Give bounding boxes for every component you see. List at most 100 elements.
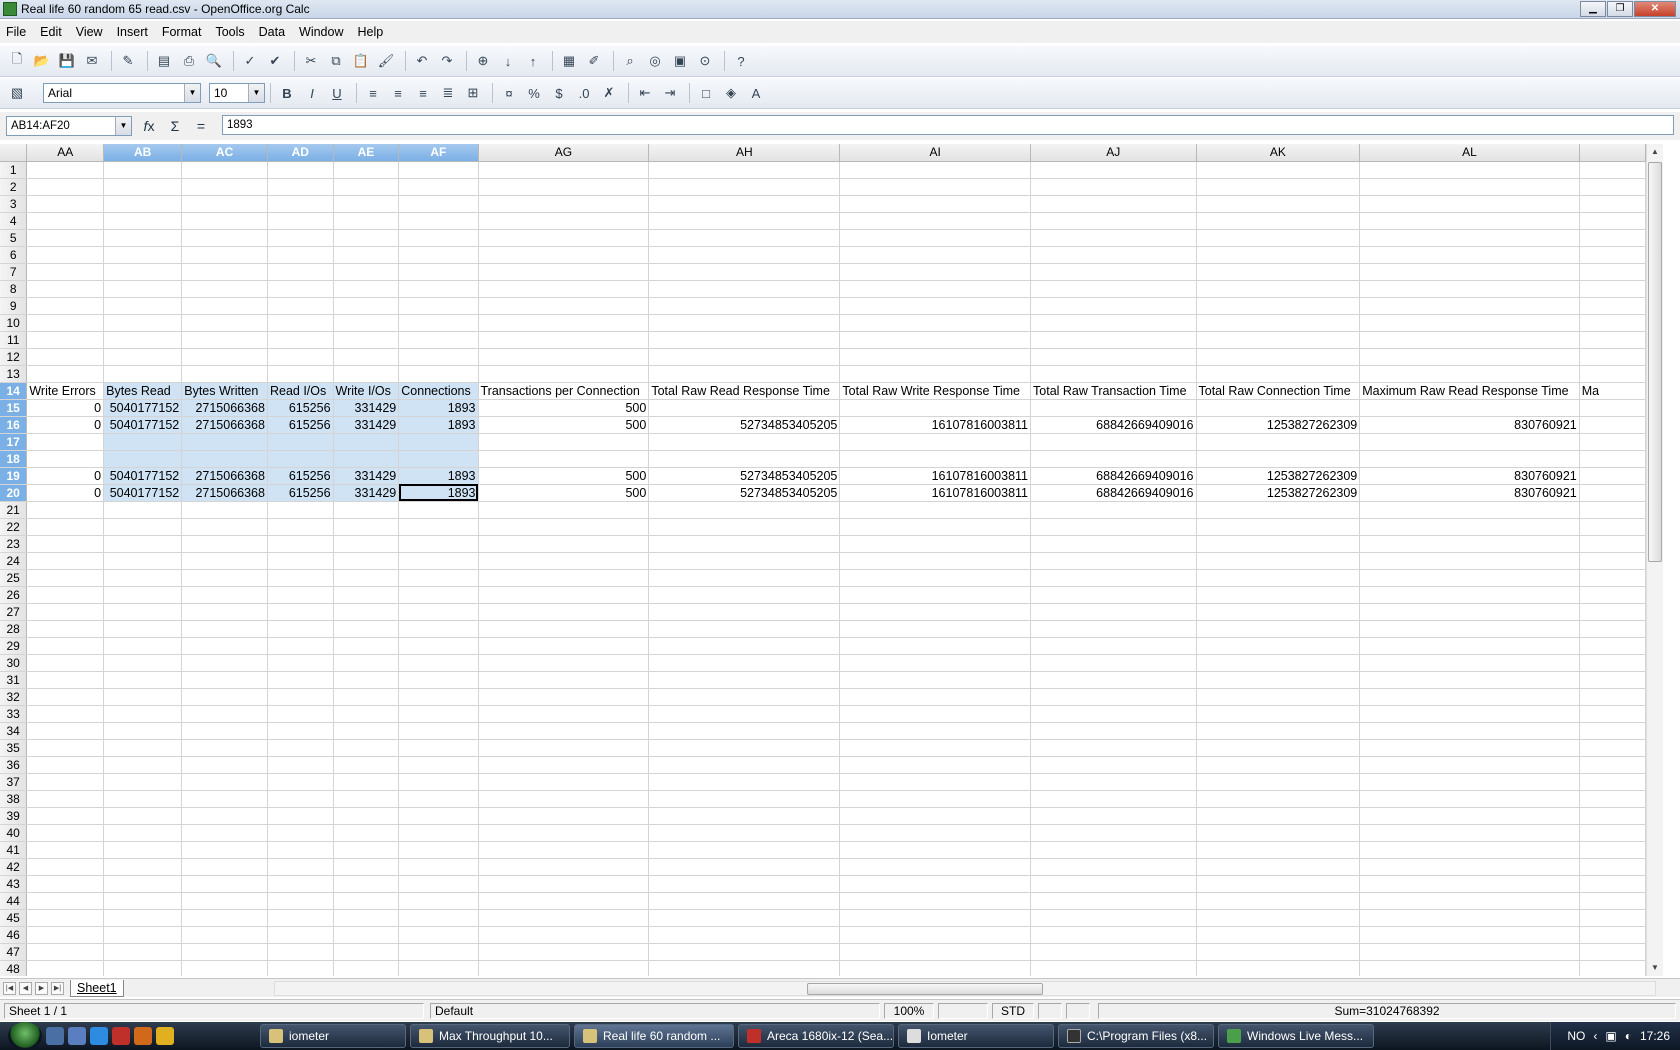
column-header[interactable]: AH: [648, 144, 841, 162]
cell[interactable]: [839, 263, 1032, 281]
cell[interactable]: [181, 637, 268, 655]
cell[interactable]: [398, 314, 479, 332]
cell[interactable]: 1893: [398, 399, 479, 417]
cell[interactable]: [26, 773, 105, 791]
cell[interactable]: [1359, 807, 1580, 825]
delete-decimal-icon[interactable]: ✗: [598, 82, 620, 104]
cell[interactable]: [103, 943, 183, 961]
cell[interactable]: [398, 365, 479, 383]
zoom-level[interactable]: 100%: [884, 1003, 934, 1019]
cell[interactable]: [1196, 926, 1361, 944]
cell[interactable]: [103, 603, 183, 621]
cell[interactable]: [267, 858, 334, 876]
cell[interactable]: [1579, 722, 1646, 740]
cell[interactable]: [1030, 161, 1197, 179]
cell[interactable]: [333, 841, 400, 859]
align-center-icon[interactable]: ≡: [387, 82, 409, 104]
cell[interactable]: [1579, 960, 1646, 976]
cell[interactable]: [181, 195, 268, 213]
cell[interactable]: [398, 841, 479, 859]
cell[interactable]: [267, 552, 334, 570]
cell[interactable]: Write I/Os: [333, 382, 400, 400]
copy-icon[interactable]: ⧉: [325, 50, 347, 72]
currency-icon[interactable]: ¤: [498, 82, 520, 104]
cell[interactable]: [103, 518, 183, 536]
cell[interactable]: [1196, 314, 1361, 332]
cell[interactable]: [26, 739, 105, 757]
paste-icon[interactable]: 📋: [350, 50, 372, 72]
row-header[interactable]: 11: [0, 331, 28, 349]
cell[interactable]: [478, 739, 650, 757]
cell[interactable]: [26, 671, 105, 689]
cell[interactable]: [1359, 875, 1580, 893]
cell[interactable]: [1359, 671, 1580, 689]
formula-input[interactable]: 1893: [222, 115, 1674, 135]
cell[interactable]: 5040177152: [103, 484, 183, 502]
cell[interactable]: [478, 875, 650, 893]
cell[interactable]: [398, 603, 479, 621]
cell[interactable]: [103, 280, 183, 298]
scroll-down-icon[interactable]: ▼: [1647, 960, 1663, 976]
cell[interactable]: [267, 365, 334, 383]
cell[interactable]: [478, 586, 650, 604]
cell[interactable]: [648, 280, 841, 298]
cell[interactable]: [1196, 960, 1361, 976]
close-button[interactable]: ✕: [1634, 1, 1676, 17]
cell[interactable]: [26, 212, 105, 230]
cell[interactable]: [1196, 212, 1361, 230]
cell[interactable]: [333, 586, 400, 604]
cell[interactable]: [103, 824, 183, 842]
cell[interactable]: [26, 518, 105, 536]
cell[interactable]: [181, 280, 268, 298]
bold-icon[interactable]: B: [276, 82, 298, 104]
cell[interactable]: [181, 960, 268, 976]
open-icon[interactable]: 📂: [31, 50, 53, 72]
row-header[interactable]: 6: [0, 246, 28, 264]
cell[interactable]: [1579, 297, 1646, 315]
cell[interactable]: [648, 178, 841, 196]
chevron-down-icon[interactable]: ▼: [115, 117, 131, 135]
cell[interactable]: [333, 807, 400, 825]
cell[interactable]: [839, 739, 1032, 757]
cell[interactable]: [267, 620, 334, 638]
cell[interactable]: [478, 909, 650, 927]
next-sheet-icon[interactable]: ▶: [35, 981, 48, 995]
cell[interactable]: [1579, 178, 1646, 196]
cell[interactable]: [1579, 841, 1646, 859]
cell[interactable]: [1579, 263, 1646, 281]
cell[interactable]: [1196, 399, 1361, 417]
cell[interactable]: [1579, 875, 1646, 893]
cell[interactable]: [1196, 246, 1361, 264]
cell[interactable]: [181, 807, 268, 825]
cell[interactable]: [181, 297, 268, 315]
cell[interactable]: [398, 450, 479, 468]
cell[interactable]: [1196, 892, 1361, 910]
cell[interactable]: [103, 535, 183, 553]
cell[interactable]: 331429: [333, 399, 400, 417]
cell[interactable]: [333, 195, 400, 213]
cell[interactable]: [103, 314, 183, 332]
cell[interactable]: Total Raw Read Response Time: [648, 382, 841, 400]
chevron-down-icon[interactable]: ▼: [248, 84, 264, 102]
cell[interactable]: [1579, 399, 1646, 417]
cell[interactable]: [398, 535, 479, 553]
cell[interactable]: [103, 688, 183, 706]
cell[interactable]: [398, 586, 479, 604]
cell[interactable]: [103, 450, 183, 468]
cell[interactable]: [839, 773, 1032, 791]
cell[interactable]: [181, 705, 268, 723]
font-name-select[interactable]: Arial ▼: [43, 83, 201, 103]
cell[interactable]: [1359, 229, 1580, 247]
cell[interactable]: [839, 433, 1032, 451]
cell[interactable]: [839, 841, 1032, 859]
first-sheet-icon[interactable]: |◀: [3, 981, 16, 995]
cell[interactable]: [1579, 416, 1646, 434]
column-header[interactable]: AK: [1196, 144, 1361, 162]
menu-data[interactable]: Data: [253, 25, 293, 39]
cell[interactable]: [398, 637, 479, 655]
column-header[interactable]: AJ: [1030, 144, 1197, 162]
cell[interactable]: [1196, 688, 1361, 706]
cell[interactable]: [103, 297, 183, 315]
cell[interactable]: [1196, 450, 1361, 468]
chart-icon[interactable]: ▦: [558, 50, 580, 72]
